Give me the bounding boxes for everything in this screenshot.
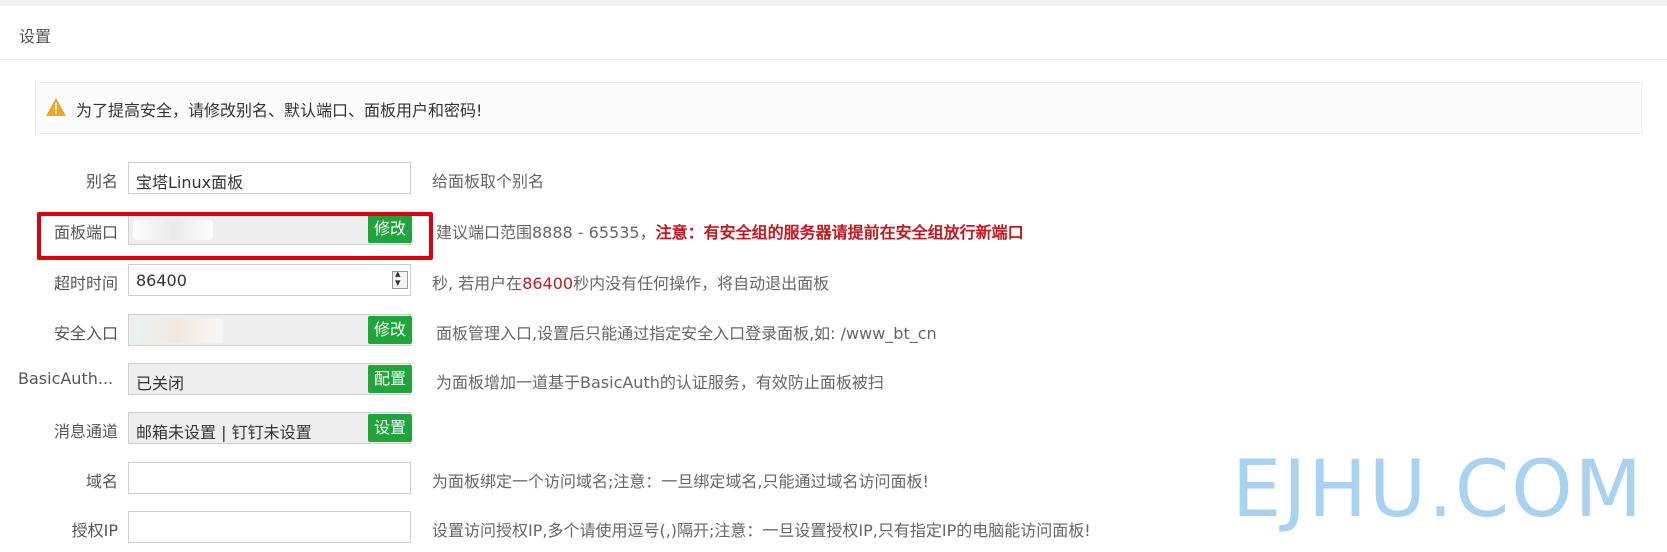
message-set-button[interactable]: 设置 bbox=[368, 414, 412, 442]
watermark: EJHU.COM bbox=[1232, 445, 1644, 535]
port-desc-text: 建议端口范围8888 - 65535， bbox=[436, 223, 656, 242]
entrance-desc: 面板管理入口,设置后只能通过指定安全入口登录面板,如: /www_bt_cn bbox=[436, 324, 937, 343]
timeout-desc-post: 秒内没有任何操作，将自动退出面板 bbox=[573, 274, 830, 293]
authip-input[interactable] bbox=[128, 511, 411, 543]
basicauth-label: BasicAuth... bbox=[18, 369, 114, 388]
port-desc-warning: 注意：有安全组的服务器请提前在安全组放行新端口 bbox=[655, 223, 1024, 242]
page-title: 设置 bbox=[19, 27, 52, 46]
timeout-input[interactable]: 86400 bbox=[128, 264, 411, 296]
alias-input[interactable]: 宝塔Linux面板 bbox=[128, 162, 411, 194]
alias-label: 别名 bbox=[85, 172, 118, 191]
message-label: 消息通道 bbox=[53, 422, 118, 441]
basicauth-desc: 为面板增加一道基于BasicAuth的认证服务，有效防止面板被扫 bbox=[436, 373, 884, 392]
entrance-modify-button[interactable]: 修改 bbox=[368, 316, 412, 344]
settings-header: 设置 bbox=[0, 6, 1667, 60]
timeout-stepper[interactable] bbox=[392, 267, 408, 289]
timeout-label: 超时时间 bbox=[53, 274, 118, 293]
timeout-row: 超时时间 86400 秒, 若用户在86400秒内没有任何操作，将自动退出面板 bbox=[0, 264, 1667, 296]
timeout-desc-number: 86400 bbox=[522, 274, 574, 293]
timeout-desc-pre: 秒, 若用户在 bbox=[432, 274, 523, 293]
alias-row: 别名 宝塔Linux面板 给面板取个别名 bbox=[0, 162, 1667, 194]
notice-text: 为了提高安全，请修改别名、默认端口、面板用户和密码! bbox=[76, 101, 483, 120]
domain-input[interactable] bbox=[128, 462, 411, 494]
basicauth-row: BasicAuth... 已关闭 配置 为面板增加一道基于BasicAuth的认… bbox=[0, 363, 1667, 395]
domain-label: 域名 bbox=[85, 472, 118, 491]
entrance-row: 安全入口 修改 面板管理入口,设置后只能通过指定安全入口登录面板,如: /www… bbox=[0, 314, 1667, 346]
domain-desc: 为面板绑定一个访问域名;注意：一旦绑定域名,只能通过域名访问面板! bbox=[432, 472, 929, 491]
warning-icon bbox=[46, 98, 66, 116]
port-desc: 建议端口范围8888 - 65535，注意：有安全组的服务器请提前在安全组放行新… bbox=[436, 219, 1024, 243]
port-highlight-box bbox=[37, 212, 433, 260]
message-row: 消息通道 邮箱未设置 | 钉钉未设置 设置 bbox=[0, 412, 1667, 444]
basicauth-config-button[interactable]: 配置 bbox=[368, 365, 412, 393]
security-notice: 为了提高安全，请修改别名、默认端口、面板用户和密码! bbox=[35, 82, 1642, 134]
authip-desc: 设置访问授权IP,多个请使用逗号(,)隔开;注意：一旦设置授权IP,只有指定IP… bbox=[432, 521, 1091, 540]
alias-desc: 给面板取个别名 bbox=[432, 172, 545, 191]
timeout-desc: 秒, 若用户在86400秒内没有任何操作，将自动退出面板 bbox=[432, 270, 829, 294]
entrance-redacted bbox=[133, 319, 223, 343]
entrance-label: 安全入口 bbox=[53, 324, 118, 343]
authip-label: 授权IP bbox=[71, 521, 118, 540]
